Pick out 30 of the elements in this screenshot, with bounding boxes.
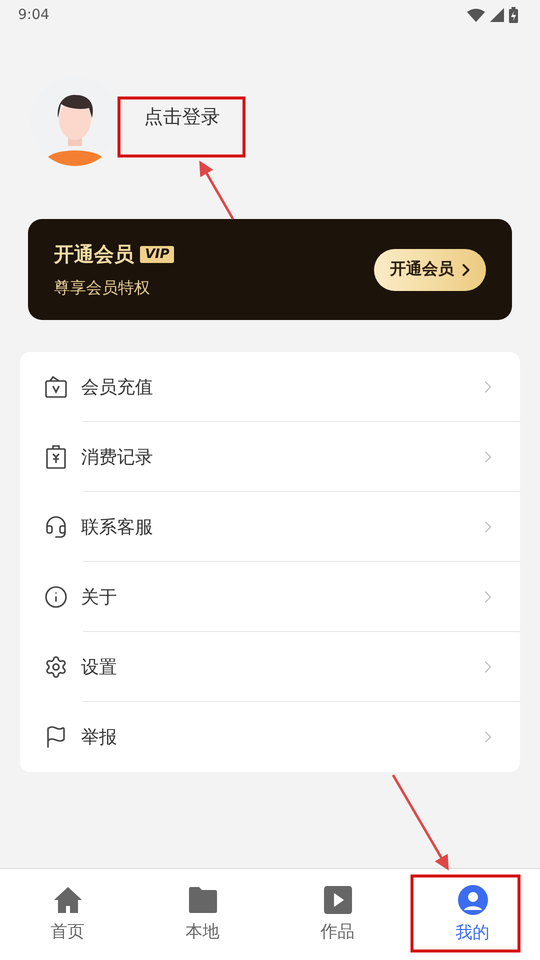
menu-item[interactable]: 设置	[20, 632, 520, 702]
headset-icon	[44, 515, 68, 539]
menu-item[interactable]: 消费记录	[20, 422, 520, 492]
tab[interactable]: 本地	[135, 869, 270, 960]
open-vip-button[interactable]: 开通会员	[374, 248, 486, 290]
folder-icon	[188, 886, 218, 914]
user-icon	[458, 885, 488, 915]
vip-subtitle: 尊享会员特权	[54, 278, 151, 298]
vip-badge: VIP	[140, 246, 174, 262]
status-time: 9:04	[18, 7, 50, 23]
annotation-arrow	[199, 160, 234, 220]
flag-icon	[44, 725, 68, 749]
tab[interactable]: 我的	[405, 869, 540, 960]
menu-item[interactable]: 举报	[20, 702, 520, 772]
bag-icon	[44, 375, 68, 399]
wifi-icon	[467, 8, 485, 22]
signal-icon	[490, 8, 504, 22]
menu-item[interactable]: 会员充值	[20, 352, 520, 422]
battery-icon	[509, 7, 518, 23]
settings-icon	[44, 655, 68, 679]
login-link[interactable]: 点击登录	[144, 104, 220, 130]
tab[interactable]: 作品	[270, 869, 405, 960]
menu-item[interactable]: 联系客服	[20, 492, 520, 562]
menu-item[interactable]: 关于	[20, 562, 520, 632]
play-icon	[324, 886, 352, 914]
tab[interactable]: 首页	[0, 869, 135, 960]
home-icon	[52, 886, 82, 914]
vip-title: 开通会员	[54, 240, 134, 268]
receipt-icon	[45, 445, 67, 469]
info-icon	[44, 585, 68, 609]
